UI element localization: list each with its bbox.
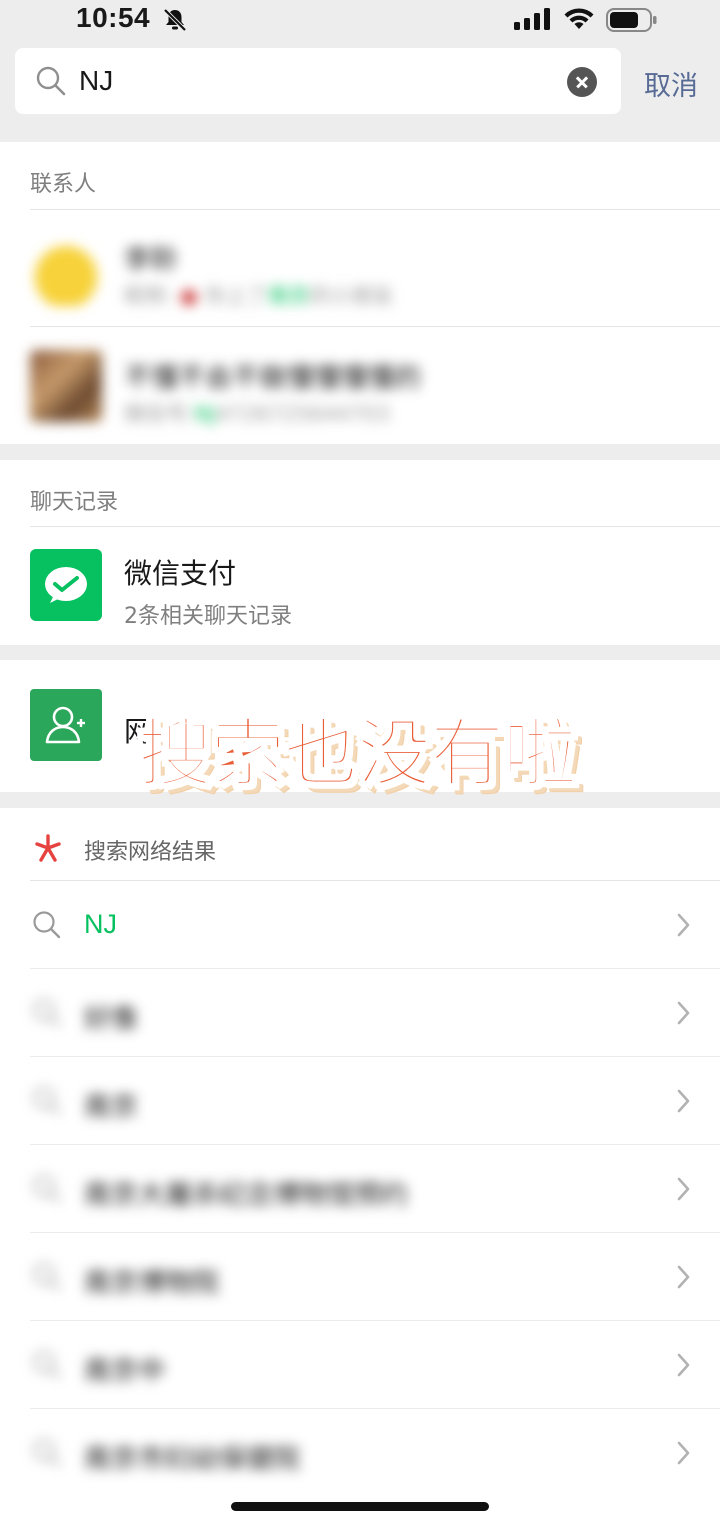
cancel-button[interactable]: 取消 [644,64,698,103]
mute-bell-icon [163,8,187,32]
search-icon [33,911,61,939]
add-friend-icon [45,706,85,744]
contact-subtitle: 微信号:NJ4726725644703 [124,402,390,426]
search-icon [33,1087,61,1115]
wifi-icon [564,8,594,29]
add-friend-avatar [30,689,102,761]
search-bar: 取消 [0,40,720,134]
contact-name: 李聆 [124,245,178,276]
wechat-pay-icon [45,567,87,603]
web-result-item[interactable]: 南京大屠杀纪念博物馆预约 [0,1145,720,1233]
web-results-section: 搜索网络结果 NJ 好像 南京 南京大屠杀纪念博物馆预约 南京博物院 南京中 南… [0,808,720,1524]
chevron-right-icon [677,1265,690,1289]
web-result-item[interactable]: 南京市妇幼保健院 [0,1409,720,1497]
chat-records-section: 聊天记录 微信支付 2条相关聊天记录 [0,460,720,645]
wechat-pay-avatar [30,549,102,621]
divider [30,209,720,210]
search-box[interactable] [15,48,621,114]
web-result-text: 南京博物院 [84,1268,219,1299]
search-icon [36,66,66,96]
chevron-right-icon [677,913,690,937]
search-icon [33,1175,61,1203]
battery-icon [606,8,657,32]
chevron-right-icon [677,1089,690,1113]
chevron-right-icon [677,1001,690,1025]
web-result-text: 南京市妇幼保健院 [84,1444,300,1475]
chevron-right-icon [677,1441,690,1465]
web-results-header: 搜索网络结果 [84,840,217,865]
cellular-signal-icon [514,8,550,30]
search-input[interactable] [79,58,559,104]
status-time: 10:54 [76,2,151,33]
search-web-icon [35,834,61,862]
divider [30,526,720,527]
search-icon [33,1263,61,1291]
chevron-right-icon [677,1353,690,1377]
status-bar: 10:54 [0,0,720,40]
divider [30,326,720,327]
home-indicator[interactable] [231,1502,489,1511]
chat-record-title: 微信支付 [124,557,237,590]
web-result-text: 南京大屠杀纪念博物馆预约 [84,1180,408,1211]
web-result-item[interactable]: 南京博物院 [0,1233,720,1321]
contact-name: 不懂不会不做懂懂懂懂的 [124,363,421,394]
chat-record-subtitle: 2条相关聊天记录 [124,604,292,629]
web-result-text: 南京中 [84,1356,165,1387]
chevron-right-icon [677,1177,690,1201]
search-icon [33,999,61,1027]
contact-subtitle: 昵称: ● 你上了南京的小朋友 [124,284,394,308]
web-result-text: 南京 [84,1092,138,1123]
contacts-header: 联系人 [30,172,97,197]
contacts-section: 联系人 李聆 昵称: ● 你上了南京的小朋友 不懂不会不做懂懂懂懂的 微信号:N… [0,142,720,444]
web-result-text: 好像 [84,1004,138,1035]
overlay-caption: 搜索也没有啦 [137,710,578,798]
contact-avatar [30,350,102,422]
web-result-item[interactable]: 南京中 [0,1321,720,1409]
web-result-item[interactable]: 好像 [0,969,720,1057]
chat-records-header: 聊天记录 [30,490,119,515]
search-icon [33,1439,61,1467]
search-icon [33,1351,61,1379]
web-result-text: NJ [84,909,117,939]
clear-search-icon[interactable] [567,67,597,97]
web-result-item[interactable]: NJ [0,881,720,969]
contact-avatar [30,234,102,306]
web-result-item[interactable]: 南京 [0,1057,720,1145]
